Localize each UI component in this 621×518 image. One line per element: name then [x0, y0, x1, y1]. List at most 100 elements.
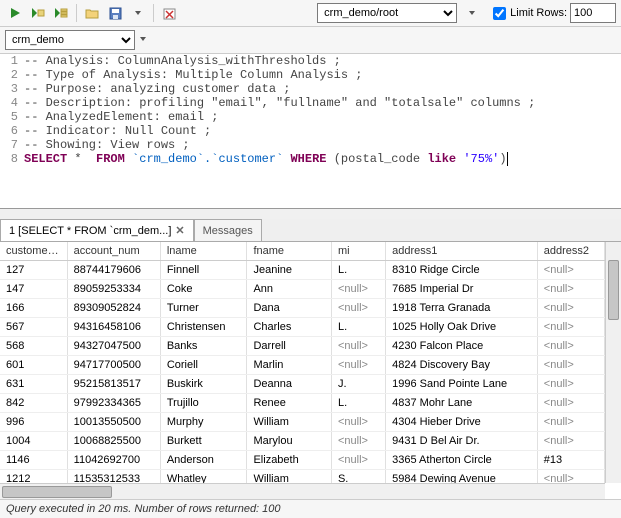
table-cell: 166: [0, 299, 67, 318]
editor-line[interactable]: 2-- Type of Analysis: Multiple Column An…: [0, 68, 621, 82]
table-cell: 11042692700: [67, 451, 160, 470]
table-cell: Trujillo: [160, 394, 247, 413]
table-cell: 10068825500: [67, 432, 160, 451]
save-dropdown-button[interactable]: [128, 3, 148, 23]
column-header[interactable]: mi: [331, 242, 385, 261]
table-cell: 1212: [0, 470, 67, 484]
table-cell: 88744179606: [67, 261, 160, 280]
line-number: 7: [0, 138, 24, 152]
editor-line[interactable]: 4-- Description: profiling "email", "ful…: [0, 96, 621, 110]
table-header-row: customer_idaccount_numlnamefnamemiaddres…: [0, 242, 605, 261]
table-row[interactable]: 63195215813517BuskirkDeannaJ.1996 Sand P…: [0, 375, 605, 394]
table-row[interactable]: 60194717700500CoriellMarlin<null>4824 Di…: [0, 356, 605, 375]
table-cell: J.: [331, 375, 385, 394]
main-toolbar: crm_demo/root Limit Rows:: [0, 0, 621, 27]
column-header[interactable]: customer_id: [0, 242, 67, 261]
table-cell: 7685 Imperial Dr: [386, 280, 538, 299]
table-cell: Banks: [160, 337, 247, 356]
table-cell: 567: [0, 318, 67, 337]
run-step-button[interactable]: [28, 3, 48, 23]
table-cell: Burkett: [160, 432, 247, 451]
run-button[interactable]: [5, 3, 25, 23]
schema-combo[interactable]: crm_demo/root: [317, 3, 457, 23]
table-row[interactable]: 56794316458106ChristensenCharlesL.1025 H…: [0, 318, 605, 337]
vertical-scrollbar[interactable]: [605, 242, 621, 483]
table-row[interactable]: 84297992334365TrujilloReneeL.4837 Mohr L…: [0, 394, 605, 413]
line-number: 2: [0, 68, 24, 82]
database-combo[interactable]: crm_demo: [5, 30, 135, 50]
open-button[interactable]: [82, 3, 102, 23]
close-icon[interactable]: ✕: [175, 224, 184, 237]
line-number: 6: [0, 124, 24, 138]
table-row[interactable]: 14789059253334CokeAnn<null>7685 Imperial…: [0, 280, 605, 299]
table-cell: Coke: [160, 280, 247, 299]
table-cell: 568: [0, 337, 67, 356]
table-row[interactable]: 99610013550500MurphyWilliam<null>4304 Hi…: [0, 413, 605, 432]
column-header[interactable]: fname: [247, 242, 332, 261]
table-cell: <null>: [331, 432, 385, 451]
editor-line[interactable]: 8SELECT * FROM `crm_demo`.`customer` WHE…: [0, 152, 621, 166]
code-text: -- Purpose: analyzing customer data ;: [24, 82, 296, 96]
table-row[interactable]: 121211535312533WhatleyWilliamS.5984 Dewi…: [0, 470, 605, 484]
table-cell: 1004: [0, 432, 67, 451]
table-cell: 1146: [0, 451, 67, 470]
column-header[interactable]: address2: [537, 242, 604, 261]
tab-results[interactable]: 1 [SELECT * FROM `crm_dem...] ✕: [0, 219, 194, 241]
scrollbar-thumb[interactable]: [2, 486, 112, 498]
table-cell: <null>: [331, 413, 385, 432]
table-cell: <null>: [537, 356, 604, 375]
separator: [76, 4, 77, 22]
editor-line[interactable]: 6-- Indicator: Null Count ;: [0, 124, 621, 138]
table-cell: Jeanine: [247, 261, 332, 280]
table-cell: <null>: [537, 470, 604, 484]
table-cell: 94316458106: [67, 318, 160, 337]
save-button[interactable]: [105, 3, 125, 23]
schema-dropdown-button[interactable]: [462, 3, 482, 23]
line-number: 1: [0, 54, 24, 68]
code-text: -- Showing: View rows ;: [24, 138, 196, 152]
editor-line[interactable]: 1-- Analysis: ColumnAnalysis_withThresho…: [0, 54, 621, 68]
limit-rows-checkbox[interactable]: [493, 7, 506, 20]
table-row[interactable]: 12788744179606FinnellJeanineL.8310 Ridge…: [0, 261, 605, 280]
column-header[interactable]: account_num: [67, 242, 160, 261]
table-cell: <null>: [537, 261, 604, 280]
table-row[interactable]: 56894327047500BanksDarrell<null>4230 Fal…: [0, 337, 605, 356]
table-cell: <null>: [331, 356, 385, 375]
editor-line[interactable]: 7-- Showing: View rows ;: [0, 138, 621, 152]
db-dropdown-button[interactable]: [139, 34, 147, 46]
table-cell: Finnell: [160, 261, 247, 280]
table-cell: 1918 Terra Granada: [386, 299, 538, 318]
table-cell: <null>: [537, 394, 604, 413]
editor-line[interactable]: 5-- AnalyzedElement: email ;: [0, 110, 621, 124]
table-cell: Elizabeth: [247, 451, 332, 470]
tab-messages[interactable]: Messages: [194, 219, 262, 241]
result-tabs: 1 [SELECT * FROM `crm_dem...] ✕ Messages: [0, 219, 621, 242]
table-row[interactable]: 100410068825500BurkettMarylou<null>9431 …: [0, 432, 605, 451]
table-cell: <null>: [537, 280, 604, 299]
tab-messages-label: Messages: [203, 225, 253, 237]
scrollbar-thumb[interactable]: [608, 260, 619, 320]
limit-rows-input[interactable]: [570, 3, 616, 23]
tab-results-label: 1 [SELECT * FROM `crm_dem...]: [9, 225, 171, 237]
table-row[interactable]: 16689309052824TurnerDana<null>1918 Terra…: [0, 299, 605, 318]
column-header[interactable]: address1: [386, 242, 538, 261]
table-cell: Marlin: [247, 356, 332, 375]
table-cell: 5984 Dewing Avenue: [386, 470, 538, 484]
table-cell: 1025 Holly Oak Drive: [386, 318, 538, 337]
table-cell: <null>: [331, 337, 385, 356]
table-cell: 601: [0, 356, 67, 375]
editor-line[interactable]: 3-- Purpose: analyzing customer data ;: [0, 82, 621, 96]
table-row[interactable]: 114611042692700AndersonElizabeth<null>33…: [0, 451, 605, 470]
table-cell: 147: [0, 280, 67, 299]
table-cell: Charles: [247, 318, 332, 337]
sql-editor[interactable]: 1-- Analysis: ColumnAnalysis_withThresho…: [0, 54, 621, 209]
code-text: SELECT * FROM `crm_demo`.`customer` WHER…: [24, 152, 514, 166]
limit-rows-wrap: Limit Rows:: [493, 7, 567, 20]
run-history-button[interactable]: [51, 3, 71, 23]
table-cell: 631: [0, 375, 67, 394]
table-cell: L.: [331, 261, 385, 280]
column-header[interactable]: lname: [160, 242, 247, 261]
horizontal-scrollbar[interactable]: [0, 483, 605, 499]
clear-button[interactable]: [159, 3, 179, 23]
table-cell: <null>: [537, 337, 604, 356]
